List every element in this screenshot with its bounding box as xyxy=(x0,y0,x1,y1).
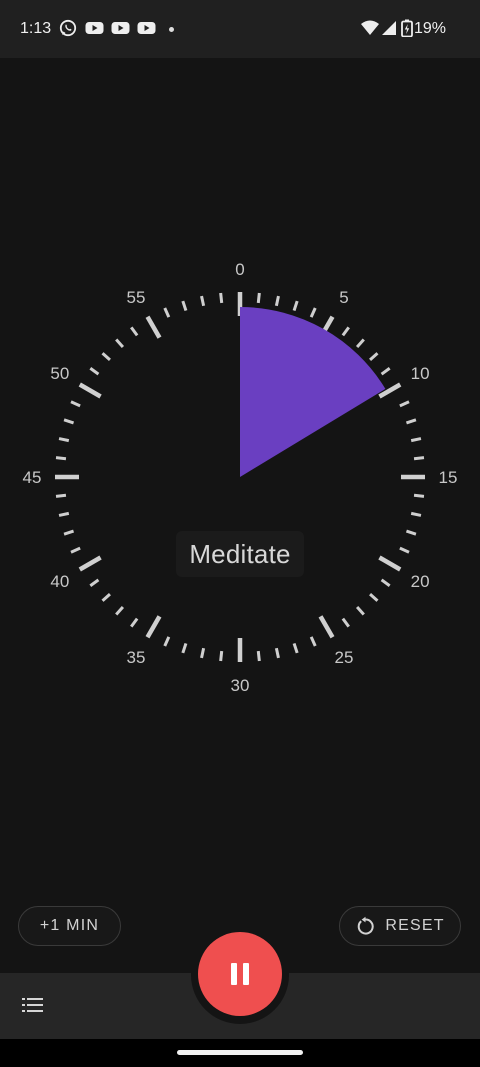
minor-tick xyxy=(163,307,171,318)
major-tick xyxy=(378,555,402,572)
minor-tick xyxy=(309,636,317,647)
minor-tick xyxy=(413,493,425,498)
minor-tick xyxy=(70,546,81,554)
minute-label: 30 xyxy=(231,676,250,695)
minor-tick xyxy=(292,300,299,312)
minor-tick xyxy=(181,642,188,654)
minor-tick xyxy=(256,650,261,662)
minute-label: 0 xyxy=(235,260,244,279)
minor-tick xyxy=(341,617,350,628)
list-icon[interactable] xyxy=(22,997,44,1013)
minor-tick xyxy=(256,292,261,304)
battery-percent: 19% xyxy=(413,20,446,37)
battery-icon xyxy=(401,19,413,37)
wifi-icon xyxy=(361,20,379,35)
minor-tick xyxy=(200,295,206,307)
minute-label: 20 xyxy=(411,572,430,591)
minor-tick xyxy=(181,300,188,312)
minor-tick xyxy=(341,326,350,337)
minor-tick xyxy=(200,647,206,659)
minor-tick xyxy=(380,578,391,587)
minute-label: 50 xyxy=(50,364,69,383)
major-tick xyxy=(145,615,162,639)
minor-tick xyxy=(115,338,125,348)
minor-tick xyxy=(355,606,365,616)
major-tick xyxy=(145,315,162,339)
minor-tick xyxy=(380,367,391,376)
timer-dial[interactable]: 0 5 10 15 20 25 30 35 40 45 50 55 xyxy=(0,240,480,710)
minor-tick xyxy=(130,326,139,337)
minor-tick xyxy=(274,647,280,659)
minor-tick xyxy=(399,546,410,554)
minor-tick xyxy=(89,578,100,587)
minor-tick xyxy=(219,292,224,304)
minor-tick xyxy=(63,418,75,425)
reset-icon xyxy=(358,916,374,935)
minute-label: 10 xyxy=(411,364,430,383)
major-tick xyxy=(78,555,102,572)
minor-tick xyxy=(219,650,224,662)
whatsapp-icon xyxy=(59,19,77,37)
status-bar: 1:13 19% xyxy=(0,0,480,58)
pause-button[interactable] xyxy=(198,932,282,1016)
home-handle[interactable] xyxy=(177,1050,303,1055)
minor-tick xyxy=(309,307,317,318)
clock: 1:13 xyxy=(20,20,52,37)
minor-tick xyxy=(399,400,410,408)
minor-tick xyxy=(55,456,67,461)
minute-label: 40 xyxy=(50,572,69,591)
youtube-icon xyxy=(85,22,104,34)
elapsed-sector xyxy=(240,307,386,477)
minor-tick xyxy=(163,636,171,647)
minor-tick xyxy=(101,592,111,602)
minute-label: 5 xyxy=(339,288,348,307)
minor-tick xyxy=(405,529,417,536)
minor-tick xyxy=(63,529,75,536)
youtube-icon xyxy=(111,22,130,34)
timer-label[interactable]: Meditate xyxy=(176,531,304,577)
minor-tick xyxy=(55,493,67,498)
minor-tick xyxy=(413,456,425,461)
major-tick xyxy=(318,615,335,639)
dot-icon xyxy=(169,27,174,32)
minute-label: 15 xyxy=(439,468,458,487)
minute-label: 45 xyxy=(23,468,42,487)
reset-button[interactable]: RESET xyxy=(339,906,461,946)
minor-tick xyxy=(355,338,365,348)
add-minute-button[interactable]: +1 MIN xyxy=(18,906,121,946)
minor-tick xyxy=(405,418,417,425)
minor-tick xyxy=(410,437,422,443)
minor-tick xyxy=(369,592,379,602)
signal-icon xyxy=(382,21,396,35)
youtube-icon xyxy=(137,22,156,34)
minor-tick xyxy=(369,352,379,362)
major-tick xyxy=(78,382,102,399)
minor-tick xyxy=(58,437,70,443)
minor-tick xyxy=(274,295,280,307)
minor-tick xyxy=(410,511,422,517)
reset-label: RESET xyxy=(385,917,445,934)
minor-tick xyxy=(101,352,111,362)
minor-tick xyxy=(89,367,100,376)
minor-tick xyxy=(70,400,81,408)
pause-icon xyxy=(231,963,249,985)
minute-label: 35 xyxy=(127,648,146,667)
minute-label: 55 xyxy=(127,288,146,307)
minute-label: 25 xyxy=(335,648,354,667)
minor-tick xyxy=(130,617,139,628)
minor-tick xyxy=(115,606,125,616)
minor-tick xyxy=(292,642,299,654)
minor-tick xyxy=(58,511,70,517)
